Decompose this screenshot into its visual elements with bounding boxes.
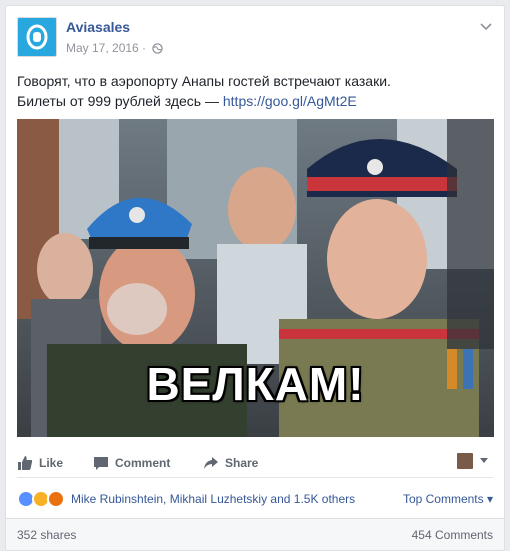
- comment-label: Comment: [115, 456, 171, 470]
- comments-count-link[interactable]: 454 Comments: [412, 528, 493, 542]
- shares-count-link[interactable]: 352 shares: [17, 528, 76, 542]
- chevron-down-icon[interactable]: [479, 19, 493, 33]
- like-label: Like: [39, 456, 64, 470]
- post-header: Aviasales May 17, 2016 ·: [17, 17, 493, 59]
- reaction-icons[interactable]: [17, 490, 69, 508]
- caret-down-icon: [480, 458, 488, 463]
- post-text-line2-body: Билеты от 999 рублей здесь —: [17, 93, 223, 109]
- top-comments-dropdown[interactable]: Top Comments ▾: [403, 492, 493, 506]
- post-text: Говорят, что в аэропорту Анапы гостей вс…: [17, 71, 492, 111]
- page-name-link[interactable]: Aviasales: [66, 19, 130, 35]
- comment-button[interactable]: Comment: [93, 452, 170, 474]
- share-arrow-icon: [204, 457, 218, 469]
- post-link[interactable]: https://goo.gl/AgMt2E: [223, 93, 357, 109]
- comment-icon: [94, 457, 108, 470]
- action-bar: Like Comment Share: [17, 450, 493, 478]
- post-text-line2: Билеты от 999 рублей здесь — https://goo…: [17, 91, 492, 111]
- post-meta: May 17, 2016 ·: [66, 41, 164, 55]
- user-avatar: [457, 453, 473, 469]
- post-card: Aviasales May 17, 2016 · Говорят, что в …: [5, 5, 505, 551]
- share-label: Share: [225, 456, 259, 470]
- engagement-counts: 352 shares 454 Comments: [6, 518, 504, 550]
- reactors-link[interactable]: Mike Rubinshtein, Mikhail Luzhetskiy and…: [71, 492, 355, 506]
- post-date[interactable]: May 17, 2016 ·: [66, 41, 146, 55]
- thumbs-up-icon: [18, 456, 33, 470]
- like-button[interactable]: Like: [17, 452, 63, 474]
- image-caption: ВЕЛКАМ!: [146, 358, 365, 410]
- post-as-selector[interactable]: [457, 453, 489, 469]
- post-text-line1: Говорят, что в аэропорту Анапы гостей вс…: [17, 73, 391, 89]
- angry-reaction-icon: [47, 490, 65, 508]
- globe-icon[interactable]: [152, 43, 164, 55]
- page-avatar[interactable]: [17, 17, 57, 57]
- share-button[interactable]: Share: [203, 452, 258, 474]
- aviasales-logo-icon: [22, 22, 52, 52]
- reactions-summary: Mike Rubinshtein, Mikhail Luzhetskiy and…: [17, 488, 493, 512]
- post-image[interactable]: ВЕЛКАМ!: [17, 119, 494, 437]
